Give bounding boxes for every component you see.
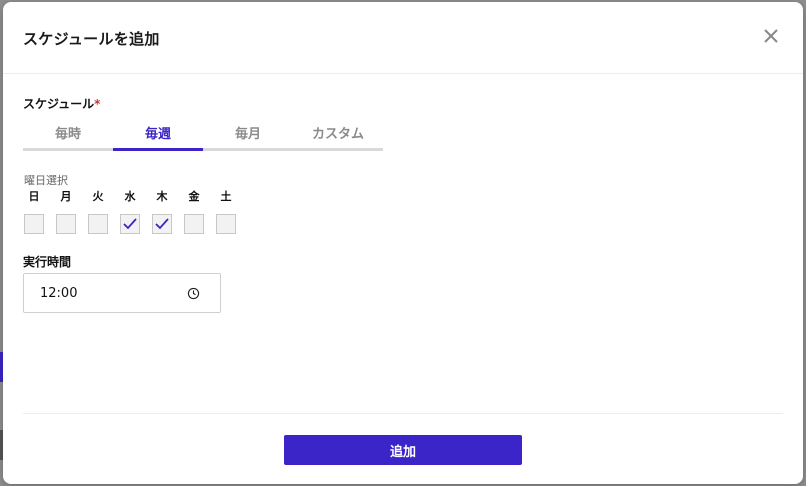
day-wednesday: 水 [119,190,141,234]
footer-divider [23,413,783,414]
run-time-value: 12:00 [40,286,78,301]
day-checkbox-tuesday[interactable] [88,214,108,234]
close-icon [764,29,778,43]
day-name: 水 [124,190,136,203]
add-button[interactable]: 追加 [284,435,522,465]
day-friday: 金 [183,190,205,234]
required-mark: * [94,97,101,111]
dialog-header: スケジュールを追加 [3,2,803,74]
dialog-title: スケジュールを追加 [23,30,160,48]
day-tuesday: 火 [87,190,109,234]
day-checkbox-friday[interactable] [184,214,204,234]
day-name: 火 [92,190,104,203]
schedule-tabs: 毎時 毎週 毎月 カスタム [23,120,383,151]
schedule-label-text: スケジュール [23,97,95,111]
weekday-checkboxes: 日 月 火 水 木 金 土 [23,190,247,234]
day-checkbox-monday[interactable] [56,214,76,234]
clock-icon[interactable] [187,287,200,300]
tab-hourly[interactable]: 毎時 [23,120,113,148]
weekday-select-label: 曜日選択 [24,174,68,187]
day-checkbox-saturday[interactable] [216,214,236,234]
day-name: 月 [60,190,72,203]
tab-monthly[interactable]: 毎月 [203,120,293,148]
schedule-label: スケジュール* [23,95,100,112]
day-name: 金 [188,190,200,203]
day-checkbox-sunday[interactable] [24,214,44,234]
day-monday: 月 [55,190,77,234]
checkmark-icon [155,218,169,230]
close-button[interactable] [761,26,781,46]
tab-weekly[interactable]: 毎週 [113,120,203,151]
day-sunday: 日 [23,190,45,234]
add-schedule-dialog: スケジュールを追加 スケジュール* 毎時 毎週 毎月 カスタム 曜日選択 日 月… [3,2,803,484]
day-name: 木 [156,190,168,203]
run-time-input[interactable]: 12:00 [23,273,221,313]
day-checkbox-wednesday[interactable] [120,214,140,234]
day-thursday: 木 [151,190,173,234]
run-time-label: 実行時間 [23,255,72,269]
checkmark-icon [123,218,137,230]
day-saturday: 土 [215,190,237,234]
day-name: 土 [220,190,232,203]
tab-custom[interactable]: カスタム [293,120,383,148]
day-name: 日 [28,190,40,203]
day-checkbox-thursday[interactable] [152,214,172,234]
